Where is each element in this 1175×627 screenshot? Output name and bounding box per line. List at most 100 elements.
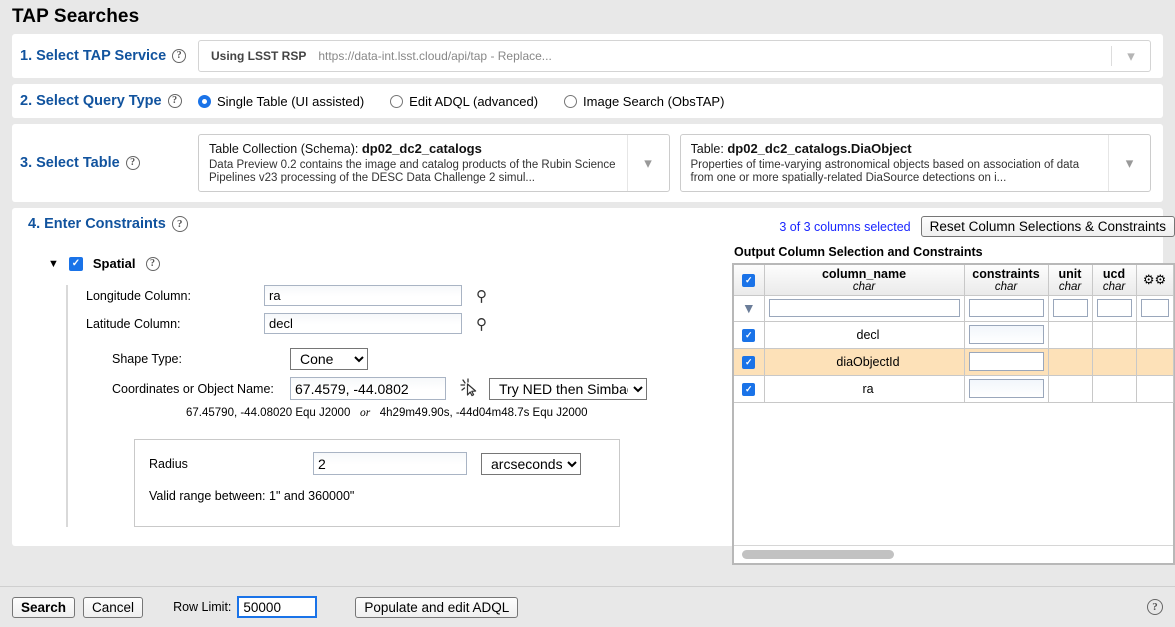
reset-column-selections-button[interactable]: Reset Column Selections & Constraints <box>920 216 1175 237</box>
output-columns-caption: Output Column Selection and Constraints <box>734 245 983 259</box>
help-icon-tap-service[interactable]: ? <box>172 49 187 63</box>
gear-icon[interactable]: ⚙⚙ <box>1143 272 1166 287</box>
coordinates-input[interactable] <box>290 377 446 400</box>
latitude-column-input[interactable] <box>264 313 462 334</box>
search-icon-longitude[interactable]: ⚲ <box>476 287 487 305</box>
schema-selector[interactable]: Table Collection (Schema): dp02_dc2_cata… <box>198 133 670 193</box>
radius-unit-select[interactable]: arcseconds <box>481 452 581 475</box>
chevron-down-icon-table[interactable]: ▾ <box>1108 134 1150 192</box>
filter-input-unit[interactable] <box>1052 299 1088 317</box>
cancel-button[interactable]: Cancel <box>83 596 144 618</box>
longitude-column-input[interactable] <box>264 285 462 306</box>
filter-cell-column-name[interactable] <box>764 295 965 322</box>
horizontal-scrollbar-thumb[interactable] <box>742 550 894 559</box>
schema-prefix: Table Collection (Schema): <box>209 141 359 156</box>
radius-box: Radius arcseconds Valid range between: 1… <box>134 439 620 527</box>
horizontal-scrollbar[interactable] <box>734 545 1173 563</box>
row-ucd <box>1092 321 1137 349</box>
row-checkbox[interactable]: ✓ <box>742 356 756 369</box>
filter-input-constraints[interactable] <box>968 299 1044 317</box>
table-selector-content: Table: dp02_dc2_catalogs.DiaObject Prope… <box>681 135 1109 191</box>
row-constraints-cell[interactable] <box>964 375 1049 403</box>
help-icon-select-table[interactable]: ? <box>125 156 140 170</box>
filter-cell-ucd[interactable] <box>1092 295 1137 322</box>
filter-cell-unit[interactable] <box>1048 295 1093 322</box>
schema-value: dp02_dc2_catalogs <box>361 140 482 156</box>
radio-single-table-control[interactable] <box>198 94 211 108</box>
step-1-text: 1. Select TAP Service <box>20 48 167 64</box>
header-constraints-text: constraints <box>972 266 1040 281</box>
table-row[interactable]: ✓ decl <box>734 321 1174 349</box>
filter-cell-extra[interactable] <box>1136 295 1174 322</box>
row-constraints-input[interactable] <box>968 352 1044 371</box>
row-constraints-input[interactable] <box>968 325 1044 344</box>
header-ucd[interactable]: ucd char <box>1092 265 1137 296</box>
radio-image-search-control[interactable] <box>564 94 578 108</box>
radio-edit-adql-control[interactable] <box>390 94 404 108</box>
row-limit-input[interactable] <box>237 596 318 618</box>
row-constraints-cell[interactable] <box>964 348 1049 376</box>
table-row[interactable]: ✓ ra <box>734 375 1174 403</box>
help-circle-icon[interactable]: ? <box>1147 599 1163 615</box>
filter-input-extra[interactable] <box>1140 299 1169 317</box>
search-button[interactable]: Search <box>12 596 76 618</box>
shape-type-select[interactable]: Cone <box>290 348 368 370</box>
header-constraints[interactable]: constraints char <box>964 265 1049 296</box>
radio-image-search[interactable]: Image Search (ObsTAP) <box>564 94 724 109</box>
header-settings-cell[interactable]: ⚙⚙ <box>1136 265 1174 296</box>
tap-service-selector[interactable]: Using LSST RSP https://data-int.lsst.clo… <box>198 40 1151 72</box>
header-select-all-cell[interactable]: ✓ <box>734 265 765 296</box>
select-query-type-panel: 2. Select Query Type ? Single Table (UI … <box>12 84 1163 118</box>
select-all-checkbox[interactable]: ✓ <box>742 274 756 288</box>
row-checkbox[interactable]: ✓ <box>742 383 756 396</box>
columns-table: ✓ column_name char constraints char unit <box>734 265 1174 403</box>
radius-row: Radius arcseconds <box>149 452 605 475</box>
header-unit-type: char <box>1058 280 1082 293</box>
row-column-name: decl <box>764 321 965 349</box>
row-ucd <box>1092 375 1137 403</box>
filter-toggle-cell[interactable]: ▼ <box>734 295 765 322</box>
columns-selected-status[interactable]: 3 of 3 columns selected <box>779 220 910 234</box>
radio-edit-adql[interactable]: Edit ADQL (advanced) <box>390 94 538 109</box>
radius-label: Radius <box>149 456 188 471</box>
table-selectors: Table Collection (Schema): dp02_dc2_cata… <box>198 133 1163 193</box>
row-extra <box>1136 321 1174 349</box>
row-column-name: ra <box>764 375 965 403</box>
step-4-text: 4. Enter Constraints <box>28 216 166 232</box>
longitude-row: Longitude Column: ⚲ <box>86 285 694 306</box>
help-icon-spatial[interactable]: ? <box>145 256 160 271</box>
row-checkbox-cell[interactable]: ✓ <box>734 321 765 349</box>
filter-input-ucd[interactable] <box>1096 299 1132 317</box>
radio-single-table[interactable]: Single Table (UI assisted) <box>198 94 364 109</box>
header-column-name[interactable]: column_name char <box>764 265 965 296</box>
resolver-select[interactable]: Try NED then Simbad <box>489 377 647 400</box>
columns-table-body: ▼ ✓ decl ✓ diaObjectId ✓ ra <box>734 295 1174 403</box>
row-constraints-input[interactable] <box>968 379 1044 398</box>
row-checkbox-cell[interactable]: ✓ <box>734 375 765 403</box>
search-icon-latitude[interactable]: ⚲ <box>476 315 487 333</box>
radio-image-search-label: Image Search (ObsTAP) <box>583 93 725 109</box>
table-header-row: ✓ column_name char constraints char unit <box>734 265 1174 296</box>
chevron-down-icon-schema[interactable]: ▾ <box>626 134 669 192</box>
bottom-toolbar: Search Cancel Row Limit: Populate and ed… <box>0 586 1175 627</box>
header-unit[interactable]: unit char <box>1048 265 1093 296</box>
row-checkbox-cell[interactable]: ✓ <box>734 348 765 376</box>
row-constraints-cell[interactable] <box>964 321 1049 349</box>
filter-row: ▼ <box>734 295 1174 322</box>
table-row[interactable]: ✓ diaObjectId <box>734 348 1174 376</box>
filter-cell-constraints[interactable] <box>964 295 1049 322</box>
target-picker-icon[interactable] <box>460 377 479 400</box>
filter-icon[interactable]: ▼ <box>742 300 756 316</box>
populate-edit-adql-button[interactable]: Populate and edit ADQL <box>355 596 519 618</box>
filter-input-column-name[interactable] <box>768 299 960 317</box>
query-type-radio-group: Single Table (UI assisted) Edit ADQL (ad… <box>198 94 724 109</box>
radius-input[interactable] <box>313 452 467 475</box>
help-icon-query-type[interactable]: ? <box>167 94 182 108</box>
header-unit-text: unit <box>1058 266 1082 281</box>
row-checkbox[interactable]: ✓ <box>742 329 756 342</box>
table-selector[interactable]: Table: dp02_dc2_catalogs.DiaObject Prope… <box>679 133 1151 193</box>
collapse-triangle-icon[interactable]: ▼ <box>48 258 59 270</box>
spatial-enable-checkbox[interactable]: ✓ <box>68 256 83 271</box>
help-icon-constraints[interactable]: ? <box>171 216 188 232</box>
chevron-down-icon[interactable]: ▾ <box>1112 47 1150 65</box>
